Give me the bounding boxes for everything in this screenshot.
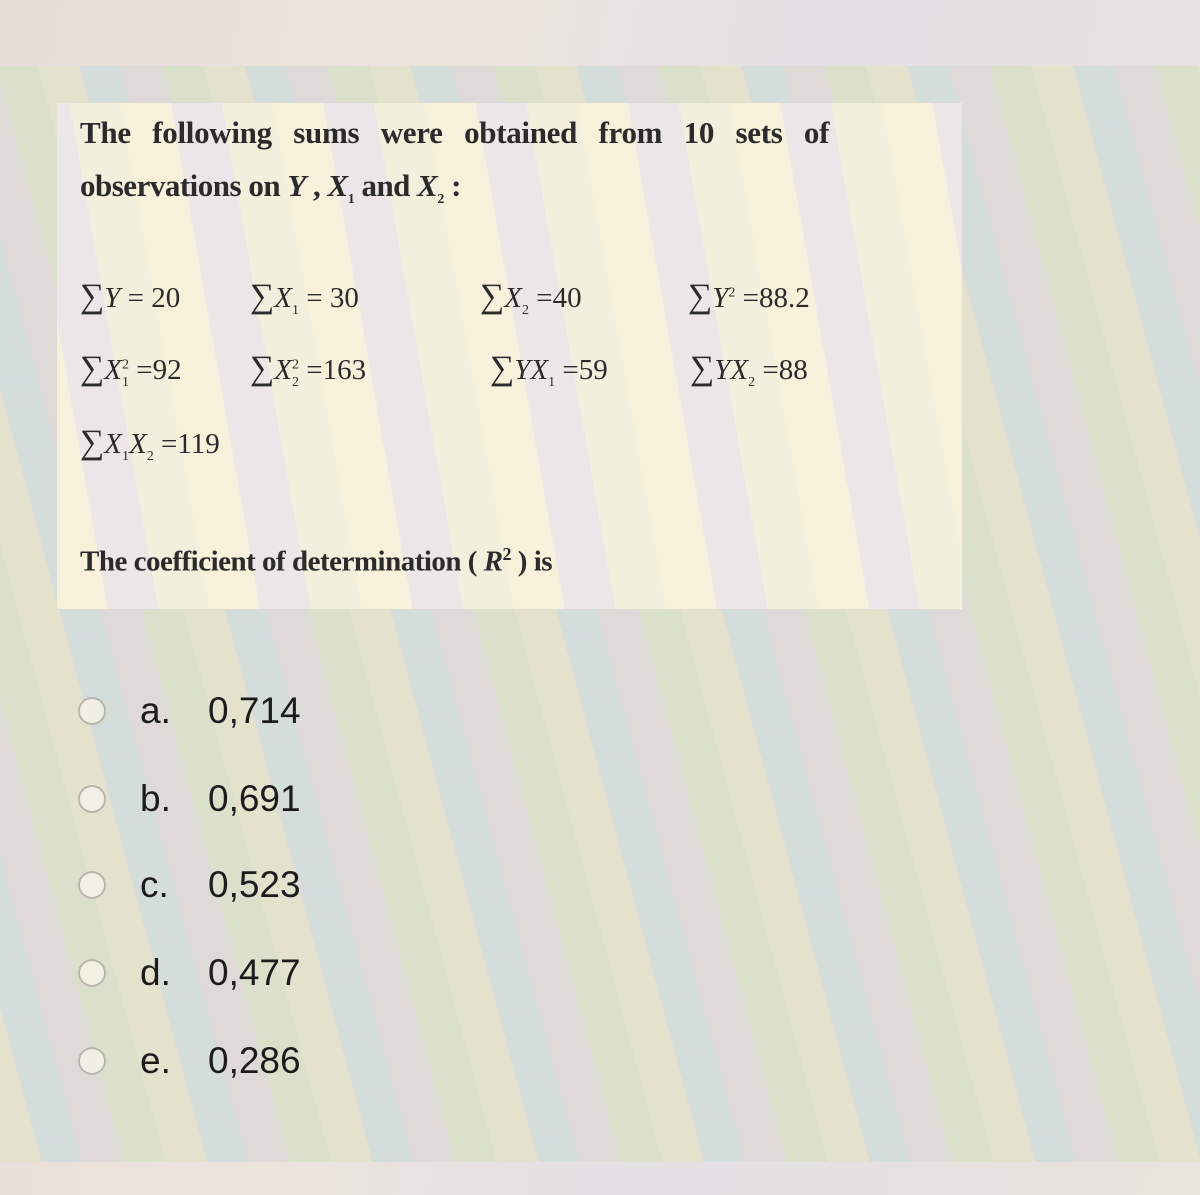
radio-button[interactable] bbox=[78, 697, 106, 725]
sum-x2: ∑X2 =40 bbox=[480, 278, 582, 318]
option-letter: c. bbox=[140, 864, 169, 905]
option-value: 0,477 bbox=[208, 952, 301, 993]
question-intro-line2: observations on Y , X1 and X2 : bbox=[80, 168, 461, 208]
radio-button[interactable] bbox=[78, 1047, 106, 1075]
option-letter: b. bbox=[140, 778, 171, 819]
radio-button[interactable] bbox=[78, 785, 106, 813]
option-value: 0,523 bbox=[208, 864, 301, 905]
sum-x1: ∑X1 = 30 bbox=[250, 278, 359, 318]
sum-y: ∑Y = 20 bbox=[80, 278, 181, 315]
sum-y-squared: ∑Y2 =88.2 bbox=[688, 278, 810, 315]
answer-option-d[interactable]: d. 0,477 bbox=[78, 952, 301, 994]
sigma-icon: ∑ bbox=[80, 424, 105, 461]
answer-option-e[interactable]: e. 0,286 bbox=[78, 1040, 301, 1082]
sum-x1x2: ∑X1X2 =119 bbox=[80, 424, 220, 464]
question-intro-line1: The following sums were obtained from 10… bbox=[80, 115, 830, 150]
answer-option-b[interactable]: b. 0,691 bbox=[78, 778, 301, 820]
sigma-icon: ∑ bbox=[80, 278, 105, 315]
sum-x1-squared: ∑X21 =92 bbox=[80, 350, 182, 390]
answer-option-a[interactable]: a. 0,714 bbox=[78, 690, 301, 732]
option-value: 0,714 bbox=[208, 690, 301, 731]
sum-x2-squared: ∑X22 =163 bbox=[250, 350, 367, 390]
sigma-icon: ∑ bbox=[690, 350, 715, 387]
sigma-icon: ∑ bbox=[688, 278, 713, 315]
option-value: 0,691 bbox=[208, 778, 301, 819]
sigma-icon: ∑ bbox=[80, 350, 105, 387]
sigma-icon: ∑ bbox=[480, 278, 505, 315]
option-letter: a. bbox=[140, 690, 171, 731]
answer-option-c[interactable]: c. 0,523 bbox=[78, 864, 301, 906]
option-letter: e. bbox=[140, 1040, 171, 1081]
sum-yx1: ∑YX1 =59 bbox=[490, 350, 608, 390]
sigma-icon: ∑ bbox=[250, 278, 275, 315]
question-prompt: The coefficient of determination ( R2 ) … bbox=[80, 544, 553, 578]
radio-button[interactable] bbox=[78, 871, 106, 899]
option-letter: d. bbox=[140, 952, 171, 993]
radio-button[interactable] bbox=[78, 959, 106, 987]
option-value: 0,286 bbox=[208, 1040, 301, 1081]
sigma-icon: ∑ bbox=[250, 350, 275, 387]
sum-yx2: ∑YX2 =88 bbox=[690, 350, 808, 390]
sigma-icon: ∑ bbox=[490, 350, 515, 387]
